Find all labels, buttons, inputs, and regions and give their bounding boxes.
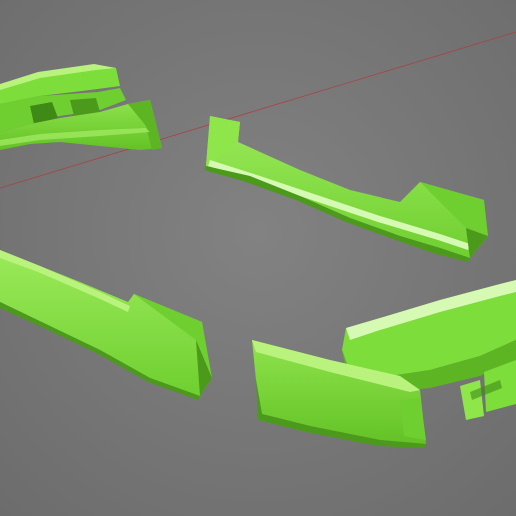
- render-canvas: [0, 0, 516, 516]
- render-viewport[interactable]: [0, 0, 516, 516]
